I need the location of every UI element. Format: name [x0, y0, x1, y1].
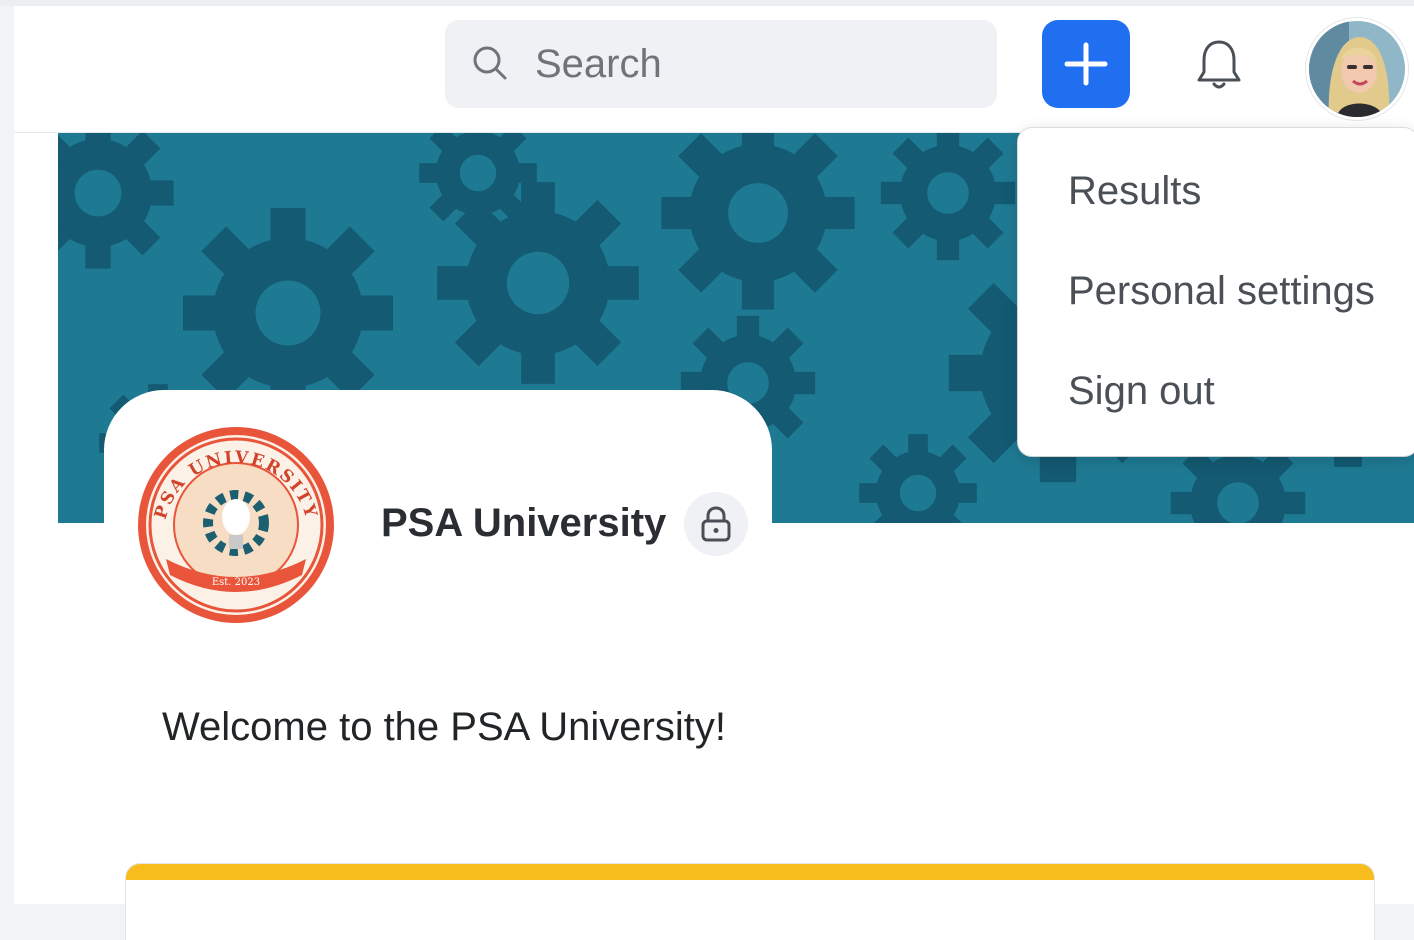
menu-item-results[interactable]: Results [1068, 164, 1201, 218]
university-seal: PSA UNIVERSITY Est. 2023 [136, 425, 336, 625]
plus-icon [1064, 42, 1108, 86]
menu-item-personal-settings[interactable]: Personal settings [1068, 264, 1375, 318]
notifications-button[interactable] [1190, 36, 1248, 94]
menu-item-sign-out[interactable]: Sign out [1068, 364, 1215, 418]
lock-icon [701, 506, 731, 542]
search-icon [473, 46, 507, 80]
private-group-badge[interactable] [684, 492, 748, 556]
avatar-photo [1309, 21, 1405, 117]
user-avatar[interactable] [1306, 18, 1408, 120]
welcome-message: Welcome to the PSA University! [162, 705, 726, 749]
organization-name: PSA University [381, 501, 667, 545]
add-button[interactable] [1042, 20, 1130, 108]
content-card [126, 864, 1374, 940]
search-input[interactable] [533, 40, 977, 88]
search-box[interactable] [445, 20, 997, 108]
user-menu-dropdown: Results Personal settings Sign out [1018, 128, 1414, 456]
left-rail [14, 133, 59, 904]
bell-icon [1197, 40, 1241, 89]
svg-text:Est. 2023: Est. 2023 [212, 577, 260, 588]
